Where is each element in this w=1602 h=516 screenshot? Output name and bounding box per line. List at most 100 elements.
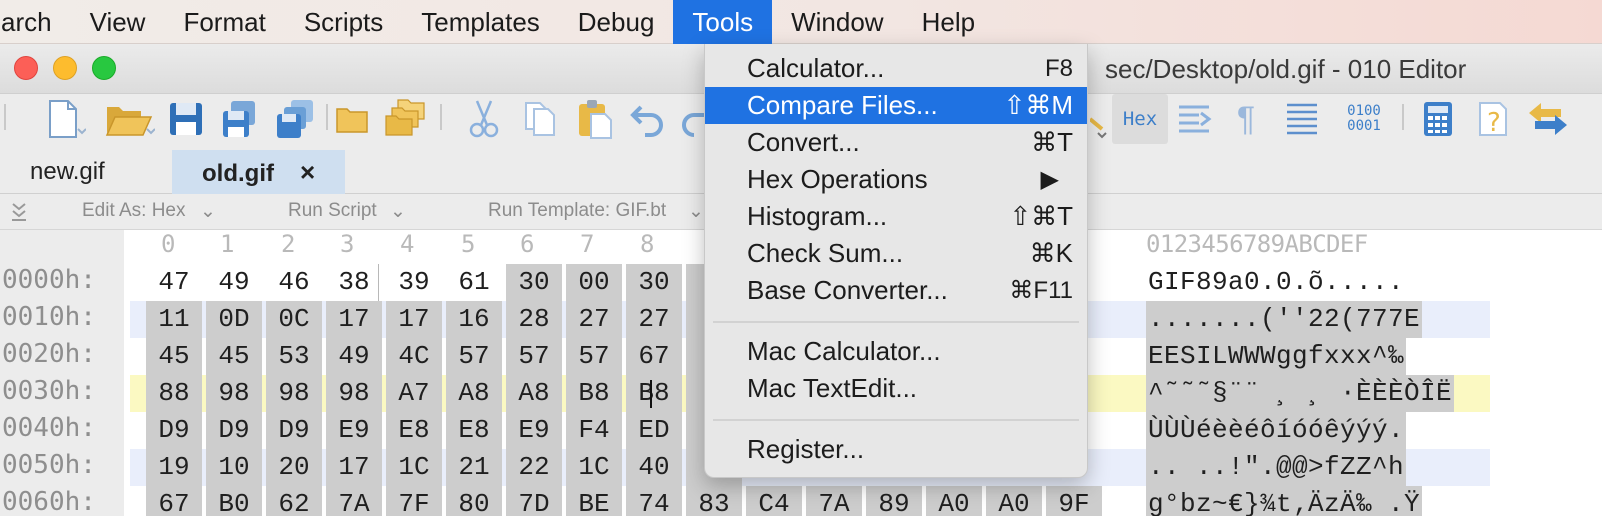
hex-byte[interactable]: D9 bbox=[266, 412, 322, 449]
ascii-text[interactable]: GIF89a0.0.õ..... bbox=[1146, 264, 1406, 301]
hex-byte[interactable]: 45 bbox=[206, 338, 262, 375]
hex-byte[interactable]: B8 bbox=[626, 375, 682, 412]
hex-byte[interactable]: A7 bbox=[386, 375, 442, 412]
menu-item-register[interactable]: Register... bbox=[705, 431, 1087, 468]
hex-byte[interactable]: D9 bbox=[146, 412, 202, 449]
hex-byte[interactable]: 45 bbox=[146, 338, 202, 375]
hex-byte[interactable]: BE bbox=[566, 486, 622, 516]
hex-byte[interactable]: 17 bbox=[386, 301, 442, 338]
hex-byte[interactable]: A8 bbox=[446, 375, 502, 412]
hex-byte[interactable]: 49 bbox=[206, 264, 262, 301]
save-icon[interactable] bbox=[164, 94, 208, 144]
hex-byte[interactable]: A8 bbox=[506, 375, 562, 412]
binary-view-icon[interactable]: 0100 0001 bbox=[1336, 94, 1392, 144]
ascii-text[interactable]: ÙÙÙéèèéôíóóêýýý. bbox=[1146, 412, 1407, 449]
menu-debug[interactable]: Debug bbox=[559, 0, 674, 44]
hex-byte[interactable]: 11 bbox=[146, 301, 202, 338]
hex-byte[interactable]: 7A bbox=[806, 486, 862, 516]
hex-byte[interactable]: 67 bbox=[626, 338, 682, 375]
hex-byte[interactable]: 27 bbox=[566, 301, 622, 338]
menu-tools[interactable]: Tools bbox=[673, 0, 773, 44]
hex-byte[interactable]: 57 bbox=[566, 338, 622, 375]
collapse-chevrons-icon[interactable] bbox=[10, 202, 28, 222]
pilcrow-icon[interactable]: ¶ bbox=[1226, 94, 1266, 144]
hex-byte[interactable]: 88 bbox=[146, 375, 202, 412]
help-icon[interactable]: ? bbox=[1470, 94, 1520, 144]
hex-byte[interactable]: 38 bbox=[326, 264, 382, 301]
menu-item-base-converter[interactable]: Base Converter... ⌘F11 bbox=[705, 272, 1087, 309]
hex-byte[interactable]: 80 bbox=[446, 486, 502, 516]
hex-byte[interactable]: 10 bbox=[206, 449, 262, 486]
new-file-icon[interactable] bbox=[36, 94, 92, 144]
hex-byte[interactable]: C4 bbox=[746, 486, 802, 516]
hex-byte[interactable]: D9 bbox=[206, 412, 262, 449]
ascii-text[interactable]: .......(''22(777E bbox=[1146, 301, 1423, 338]
hex-byte[interactable]: 0C bbox=[266, 301, 322, 338]
hex-mode-button[interactable]: Hex bbox=[1112, 94, 1168, 144]
hex-byte[interactable]: B0 bbox=[206, 486, 262, 516]
menu-item-hex-operations[interactable]: Hex Operations ▶ bbox=[705, 161, 1087, 198]
hex-byte[interactable]: 40 bbox=[626, 449, 682, 486]
open-folder-icon[interactable] bbox=[98, 94, 160, 144]
menu-templates[interactable]: Templates bbox=[402, 0, 559, 44]
hex-byte[interactable]: 83 bbox=[686, 486, 742, 516]
save-as-icon[interactable] bbox=[216, 94, 262, 144]
calculator-icon[interactable] bbox=[1416, 94, 1460, 144]
menu-window[interactable]: Window bbox=[772, 0, 902, 44]
hex-byte[interactable]: E8 bbox=[446, 412, 502, 449]
hex-byte[interactable]: 62 bbox=[266, 486, 322, 516]
hex-byte[interactable]: 0D bbox=[206, 301, 262, 338]
edit-as-dropdown[interactable]: Edit As: Hex bbox=[82, 200, 186, 222]
hex-byte[interactable]: 7D bbox=[506, 486, 562, 516]
cut-icon[interactable] bbox=[462, 94, 506, 144]
hex-byte[interactable]: 39 bbox=[386, 264, 442, 301]
hex-byte[interactable]: 7F bbox=[386, 486, 442, 516]
close-window-button[interactable] bbox=[14, 56, 38, 80]
menu-item-convert[interactable]: Convert... ⌘T bbox=[705, 124, 1087, 161]
hex-byte[interactable]: 17 bbox=[326, 301, 382, 338]
hex-byte[interactable]: 74 bbox=[626, 486, 682, 516]
menu-format[interactable]: Format bbox=[164, 0, 284, 44]
hex-byte[interactable]: 1C bbox=[566, 449, 622, 486]
run-template-dropdown[interactable]: Run Template: GIF.bt bbox=[488, 200, 666, 222]
menu-view[interactable]: View bbox=[71, 0, 165, 44]
menu-help[interactable]: Help bbox=[903, 0, 994, 44]
undo-icon[interactable] bbox=[626, 94, 672, 144]
hex-byte[interactable]: 98 bbox=[206, 375, 262, 412]
menu-item-compare-files[interactable]: Compare Files... ⇧⌘M bbox=[705, 87, 1087, 124]
hex-byte[interactable]: 47 bbox=[146, 264, 202, 301]
hex-byte[interactable]: 16 bbox=[446, 301, 502, 338]
hex-byte[interactable]: 30 bbox=[626, 264, 682, 301]
tab-new-gif[interactable]: new.gif bbox=[0, 150, 135, 194]
hex-byte[interactable]: 57 bbox=[446, 338, 502, 375]
hex-byte[interactable]: 67 bbox=[146, 486, 202, 516]
menu-item-mac-calculator[interactable]: Mac Calculator... bbox=[705, 333, 1087, 370]
folder-icon[interactable] bbox=[332, 94, 372, 144]
columns-icon[interactable] bbox=[1172, 94, 1216, 144]
run-script-dropdown[interactable]: Run Script bbox=[288, 200, 377, 222]
menu-search[interactable]: arch bbox=[0, 0, 71, 44]
menu-item-histogram[interactable]: Histogram... ⇧⌘T bbox=[705, 198, 1087, 235]
ascii-text[interactable]: g°bz~€}¾t‚ÄzÄ‰ .Ÿ bbox=[1146, 486, 1423, 516]
hex-byte[interactable]: 28 bbox=[506, 301, 562, 338]
hex-byte[interactable]: 46 bbox=[266, 264, 322, 301]
minimize-window-button[interactable] bbox=[53, 56, 77, 80]
workspace-icon[interactable] bbox=[382, 94, 430, 144]
hex-byte[interactable]: 17 bbox=[326, 449, 382, 486]
hex-byte[interactable]: 00 bbox=[566, 264, 622, 301]
hex-byte[interactable]: E9 bbox=[506, 412, 562, 449]
hex-byte[interactable]: 57 bbox=[506, 338, 562, 375]
hex-byte[interactable]: E8 bbox=[386, 412, 442, 449]
hex-byte[interactable]: 27 bbox=[626, 301, 682, 338]
hex-byte[interactable]: 20 bbox=[266, 449, 322, 486]
hex-byte[interactable]: 1C bbox=[386, 449, 442, 486]
copy-icon[interactable] bbox=[518, 94, 562, 144]
menu-scripts[interactable]: Scripts bbox=[285, 0, 402, 44]
hex-byte[interactable]: 61 bbox=[446, 264, 502, 301]
hex-byte[interactable]: ED bbox=[626, 412, 682, 449]
hex-byte[interactable]: 19 bbox=[146, 449, 202, 486]
ascii-text[interactable]: .. ..!".@@>fZZ^h bbox=[1146, 449, 1407, 486]
sync-arrows-icon[interactable] bbox=[1526, 94, 1570, 144]
tab-close-icon[interactable]: × bbox=[300, 157, 315, 187]
hex-byte[interactable]: 89 bbox=[866, 486, 922, 516]
